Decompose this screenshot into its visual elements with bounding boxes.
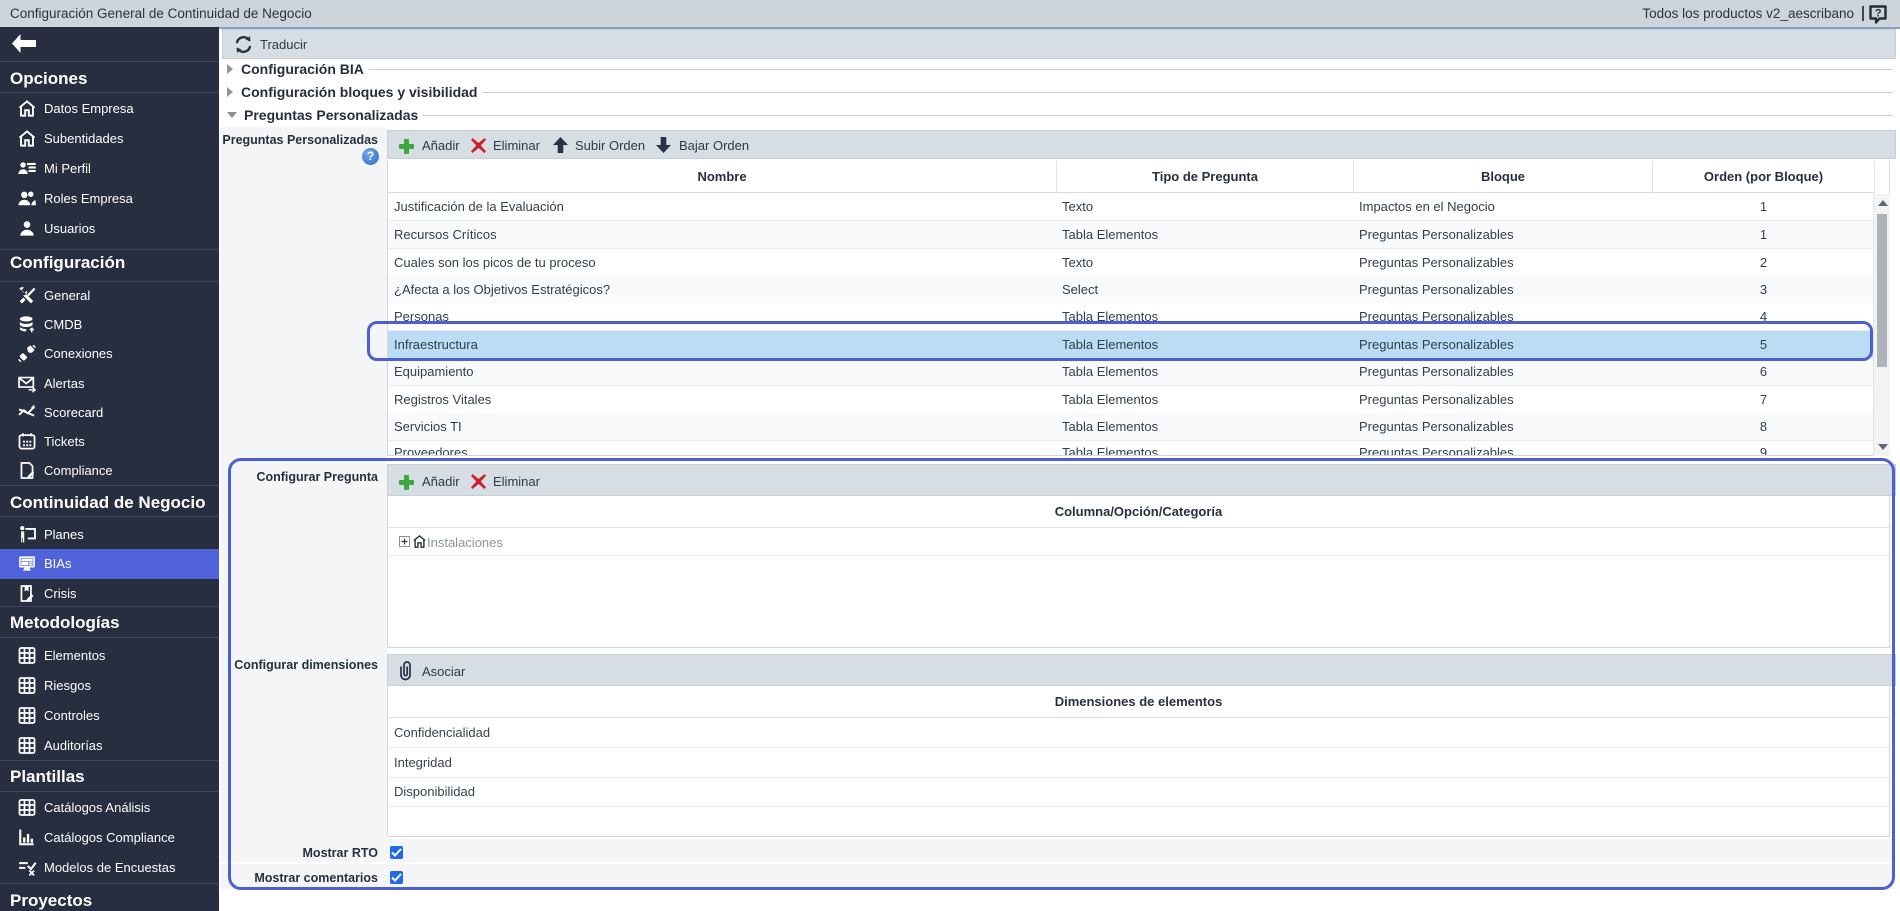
svg-text:?: ?: [1875, 8, 1882, 20]
